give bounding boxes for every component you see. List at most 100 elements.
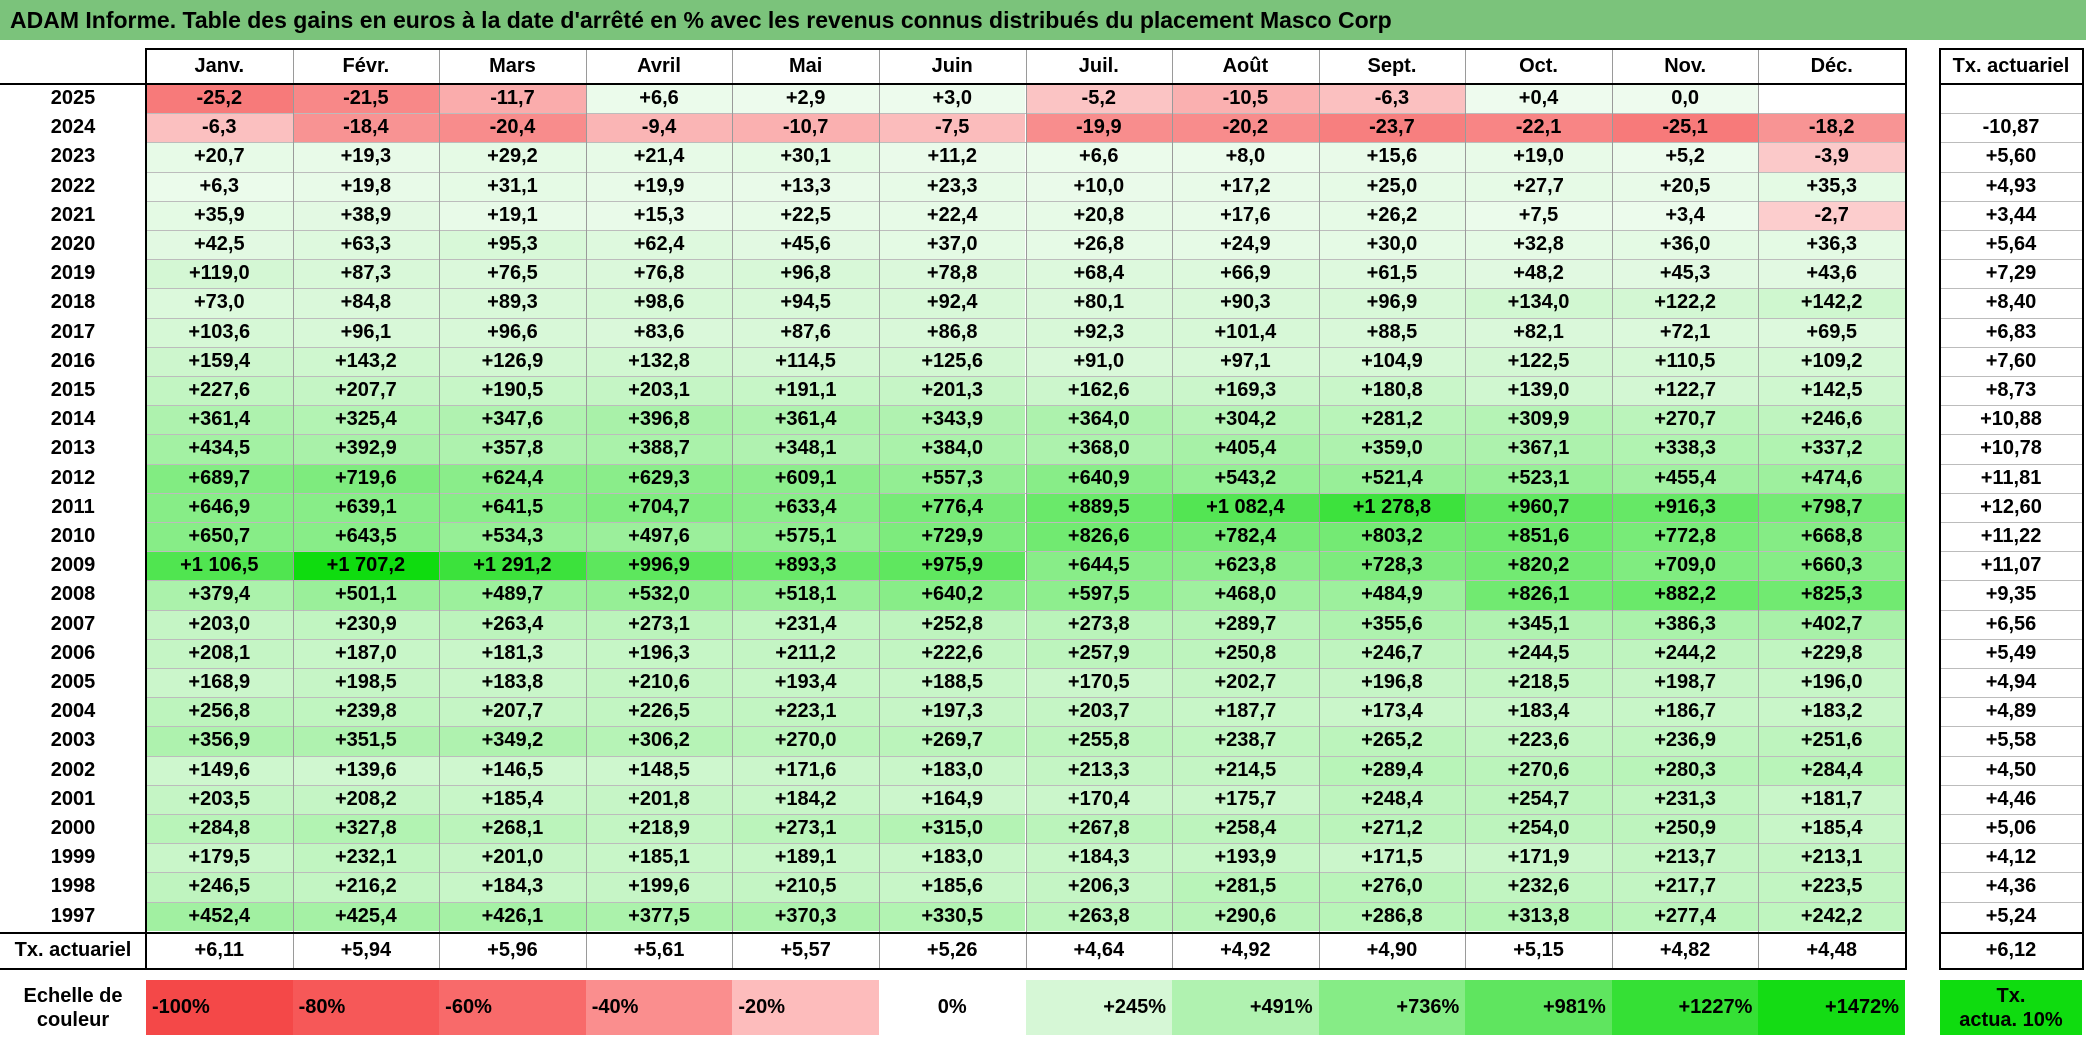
heatmap-cell: -25,2 [146,84,293,114]
heatmap-cell: +532,0 [585,580,733,610]
heatmap-cell: +187,0 [292,638,440,668]
row-separator [1940,609,2082,611]
heatmap-cell: +304,2 [1172,405,1319,435]
column-header: Juil. [1078,54,1119,77]
heatmap-cell: +782,4 [1172,522,1319,552]
heatmap-cell: +1 278,8 [1318,492,1466,522]
row-actuarial-rate: +4,89 [1985,700,2037,723]
heatmap-cell: -3,9 [1758,142,1905,172]
heatmap-cell: +643,5 [292,522,440,552]
color-scale-step: -40% [585,980,733,1035]
row-year-label: 2016 [50,349,96,372]
row-actuarial-rate: +5,58 [1985,729,2037,752]
heatmap-cell: +893,3 [732,551,879,581]
heatmap-cell: +185,6 [878,872,1026,902]
heatmap-cell: +181,7 [1758,784,1905,814]
heatmap-cell: +63,3 [292,230,440,260]
heatmap-cell: +175,7 [1172,784,1319,814]
heatmap-cell: +338,3 [1611,434,1759,464]
heatmap-cell: +455,4 [1611,463,1759,493]
heatmap-cell: +201,3 [878,376,1026,406]
heatmap-cell: +84,8 [292,288,440,318]
row-separator [1940,872,2082,874]
heatmap-cell: +246,7 [1318,638,1466,668]
footer-actuarial-rate: +5,94 [340,939,392,962]
heatmap-cell: +392,9 [292,434,440,464]
row-year-label: 1998 [50,875,96,898]
color-scale-step: -20% [732,980,879,1035]
heatmap-cell: +239,8 [292,697,440,727]
heatmap-cell: +633,4 [732,492,879,522]
heatmap-cell: +798,7 [1758,492,1905,522]
actuarial-reference-line2: actua. 10% [1959,1008,2063,1031]
heatmap-cell: -23,7 [1318,113,1466,143]
heatmap-cell: +101,4 [1172,317,1319,347]
heatmap-cell: +19,1 [439,200,586,230]
heatmap-cell: +19,8 [292,171,440,201]
heatmap-cell: +269,7 [878,726,1026,756]
performance-heatmap: ADAM Informe. Table des gains en euros à… [0,0,2086,1037]
heatmap-cell: -2,7 [1758,200,1905,230]
heatmap-cell: +1 082,4 [1172,492,1319,522]
row-actuarial-rate: +8,73 [1985,379,2037,402]
row-separator [1940,200,2082,202]
heatmap-cell: +196,8 [1318,668,1466,698]
heatmap-cell: +223,1 [732,697,879,727]
column-separator [1758,48,1759,968]
scale-label-line1: Echelle de [23,984,123,1007]
heatmap-cell: -9,4 [585,113,733,143]
heatmap-cell: +0,4 [1465,84,1612,114]
heatmap-cell: +5,2 [1611,142,1759,172]
heatmap-cell: +281,5 [1172,872,1319,902]
heatmap-cell: +96,9 [1318,288,1466,318]
heatmap-cell: +384,0 [878,434,1026,464]
row-separator [1940,580,2082,582]
row-year-label: 2001 [50,787,96,810]
heatmap-cell: +25,0 [1318,171,1466,201]
heatmap-cell: +164,9 [878,784,1026,814]
column-header: Nov. [1664,54,1707,77]
heatmap-cell: +325,4 [292,405,440,435]
column-separator [586,48,587,968]
heatmap-cell: +356,9 [146,726,293,756]
row-actuarial-rate: +11,07 [1980,554,2042,577]
heatmap-cell: +199,6 [585,872,733,902]
heatmap-cell: +377,5 [585,901,733,931]
heatmap-cell: +265,2 [1318,726,1466,756]
row-actuarial-rate: +5,06 [1985,817,2037,840]
heatmap-cell: +193,9 [1172,843,1319,873]
heatmap-cell: +191,1 [732,376,879,406]
heatmap-cell: +17,6 [1172,200,1319,230]
heatmap-cell: +1 106,5 [146,551,293,581]
heatmap-cell: +361,4 [732,405,879,435]
heatmap-cell: +289,4 [1318,755,1466,785]
heatmap-cell: +36,0 [1611,230,1759,260]
heatmap-cell: +370,3 [732,901,879,931]
heatmap-cell: +92,3 [1025,317,1173,347]
row-year-label: 2017 [50,320,96,343]
column-separator [879,48,880,968]
heatmap-cell: +222,6 [878,638,1026,668]
row-year-label: 2014 [50,408,96,431]
heatmap-cell: +190,5 [439,376,586,406]
heatmap-cell: +254,7 [1465,784,1612,814]
row-year-label: 2003 [50,729,96,752]
column-separator [1172,48,1173,968]
row-actuarial-rate: +6,83 [1985,320,2037,343]
heatmap-cell: -20,4 [439,113,586,143]
heatmap-cell: +474,6 [1758,463,1905,493]
heatmap-cell: +171,5 [1318,843,1466,873]
row-actuarial-rate: +5,24 [1985,904,2037,927]
heatmap-cell: +349,2 [439,726,586,756]
heatmap-cell: -11,7 [439,84,586,114]
heatmap-cell: +355,6 [1318,609,1466,639]
heatmap-cell: +148,5 [585,755,733,785]
color-scale-step: -60% [439,980,586,1035]
heatmap-cell: +96,6 [439,317,586,347]
heatmap-cell: +196,0 [1758,668,1905,698]
footer-actuarial-rate: +5,96 [487,939,538,962]
heatmap-cell: +347,6 [439,405,586,435]
heatmap-cell: +110,5 [1611,346,1759,376]
heatmap-cell: -19,9 [1025,113,1173,143]
row-separator [1940,901,2082,903]
